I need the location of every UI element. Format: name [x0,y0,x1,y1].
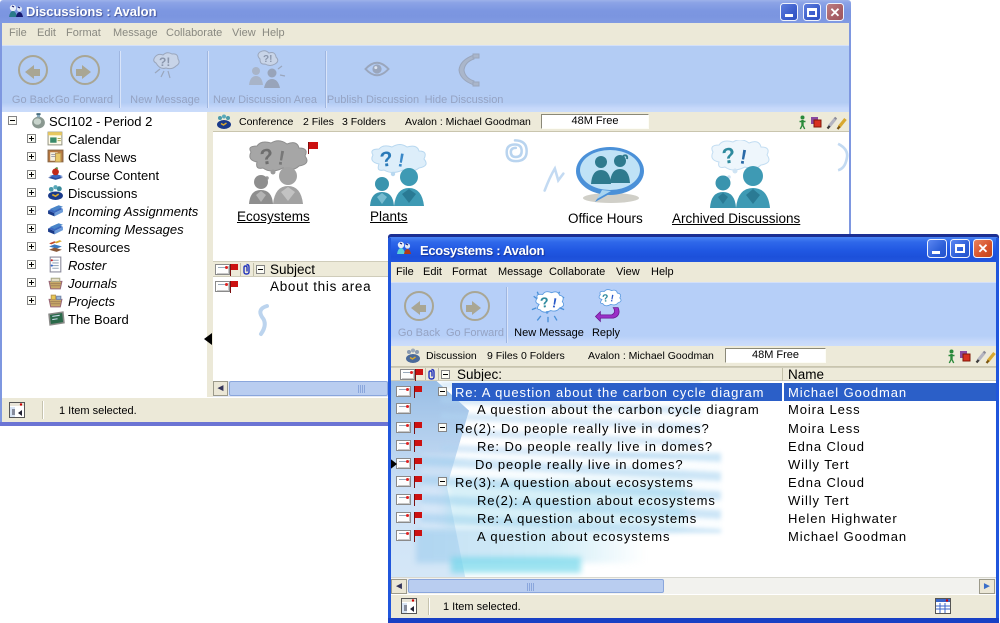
svg-text:?!: ?! [159,55,170,69]
svg-text:?!: ?! [263,54,272,65]
